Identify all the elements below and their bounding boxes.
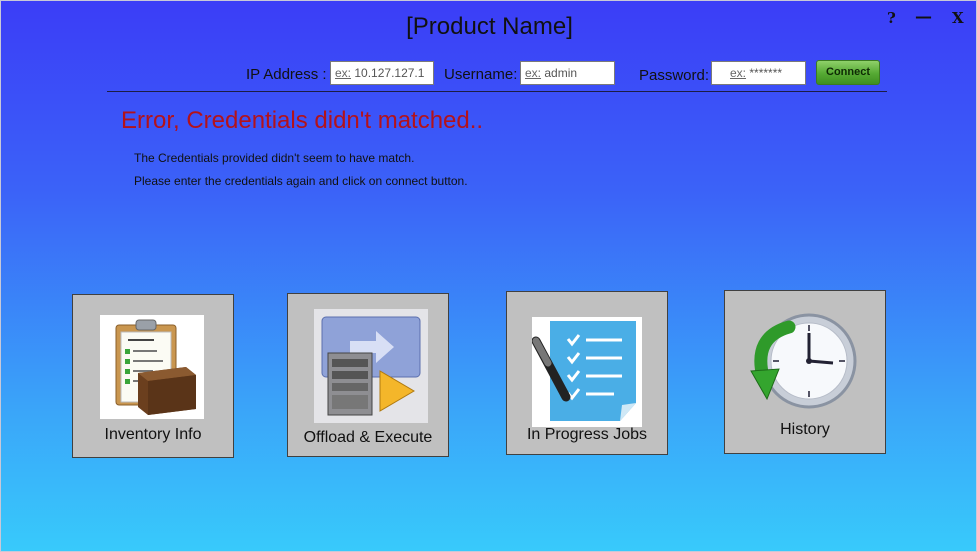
history-label: History bbox=[780, 421, 830, 438]
offload-execute-label: Offload & Execute bbox=[303, 429, 433, 446]
checklist-pen-icon bbox=[532, 317, 642, 427]
offload-execute-tile[interactable]: Offload & Execute bbox=[287, 293, 449, 457]
clock-arrow-icon bbox=[749, 307, 859, 417]
password-input[interactable]: ex: ******* bbox=[711, 61, 806, 85]
history-tile[interactable]: History bbox=[724, 290, 886, 454]
username-input[interactable]: ex: admin bbox=[520, 61, 615, 85]
ip-example-prefix: ex: bbox=[335, 66, 352, 80]
error-message-line-2: Please enter the credentials again and c… bbox=[134, 174, 468, 188]
password-label: Password: bbox=[639, 67, 710, 84]
error-message-line-1: The Credentials provided didn't seem to … bbox=[134, 151, 415, 165]
server-arrow-icon bbox=[314, 309, 428, 423]
window-title: [Product Name] bbox=[406, 13, 573, 40]
app-window: [Product Name] ? — X IP Address : ex: 10… bbox=[0, 0, 977, 552]
username-example-value: admin bbox=[544, 66, 578, 80]
header-divider bbox=[107, 91, 887, 92]
help-button[interactable]: ? bbox=[887, 9, 896, 27]
connect-button[interactable]: Connect bbox=[816, 60, 880, 85]
inventory-info-label: Inventory Info bbox=[104, 426, 202, 443]
ip-address-label: IP Address : bbox=[246, 66, 327, 83]
password-example-value: ******* bbox=[749, 66, 783, 80]
ip-example-value: 10.127.127.1 bbox=[354, 66, 425, 80]
close-button[interactable]: X bbox=[952, 9, 964, 27]
in-progress-jobs-label: In Progress Jobs bbox=[526, 426, 648, 443]
username-label: Username: bbox=[444, 66, 518, 83]
error-title: Error, Credentials didn't matched.. bbox=[121, 107, 484, 134]
password-example-prefix: ex: bbox=[730, 66, 747, 80]
minimize-button[interactable]: — bbox=[915, 7, 932, 27]
inventory-info-tile[interactable]: Inventory Info bbox=[72, 294, 234, 458]
in-progress-jobs-tile[interactable]: In Progress Jobs bbox=[506, 291, 668, 455]
username-example-prefix: ex: bbox=[525, 66, 542, 80]
inventory-clipboard-box-icon bbox=[100, 315, 204, 419]
ip-address-input[interactable]: ex: 10.127.127.1 bbox=[330, 61, 434, 85]
